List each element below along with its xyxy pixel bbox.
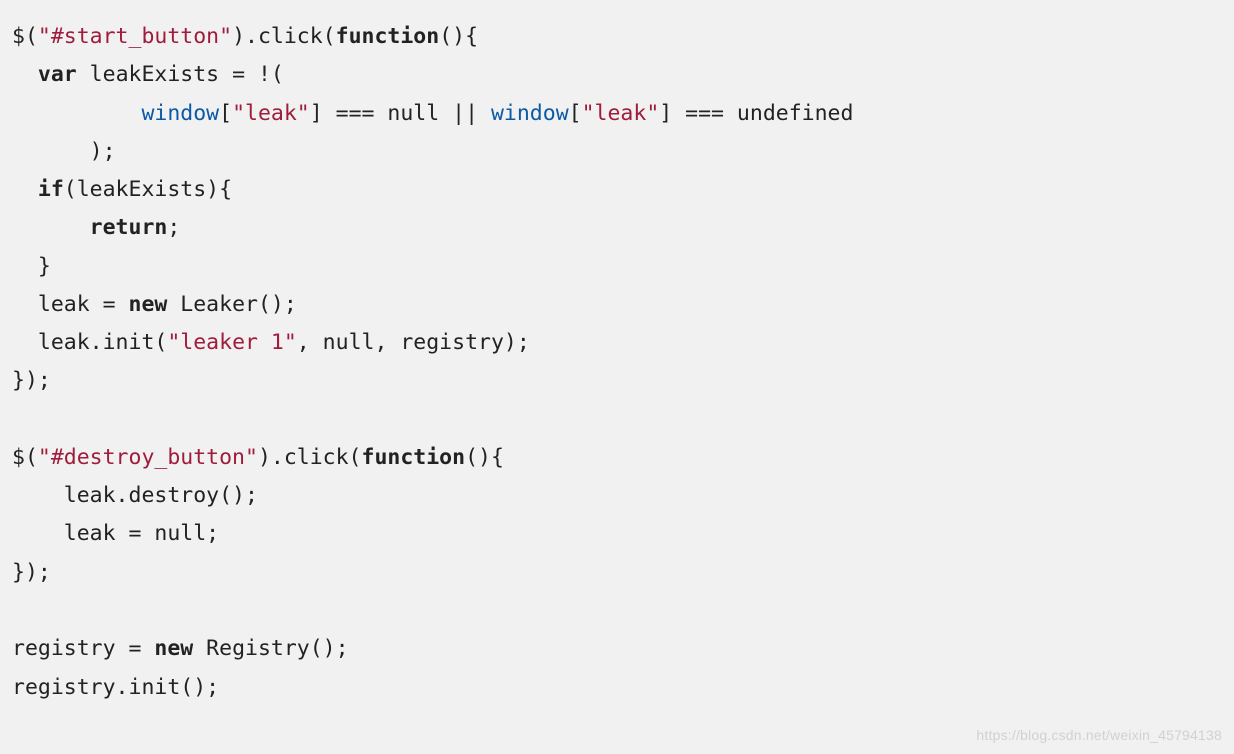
identifier-token: window [491,101,569,126]
string-token: "#destroy_button" [38,445,258,470]
code-block: $("#start_button").click(function(){ var… [0,0,1234,711]
identifier-token: window [141,101,219,126]
keyword-token: var [38,62,77,87]
string-token: "leak" [582,101,660,126]
keyword-token: function [362,445,466,470]
keyword-token: return [90,215,168,240]
keyword-token: new [154,636,193,661]
string-token: "leaker 1" [167,330,296,355]
watermark-text: https://blog.csdn.net/weixin_45794138 [976,723,1222,748]
string-token: "#start_button" [38,24,232,49]
keyword-token: if [38,177,64,202]
string-token: "leak" [232,101,310,126]
keyword-token: function [336,24,440,49]
keyword-token: new [129,292,168,317]
